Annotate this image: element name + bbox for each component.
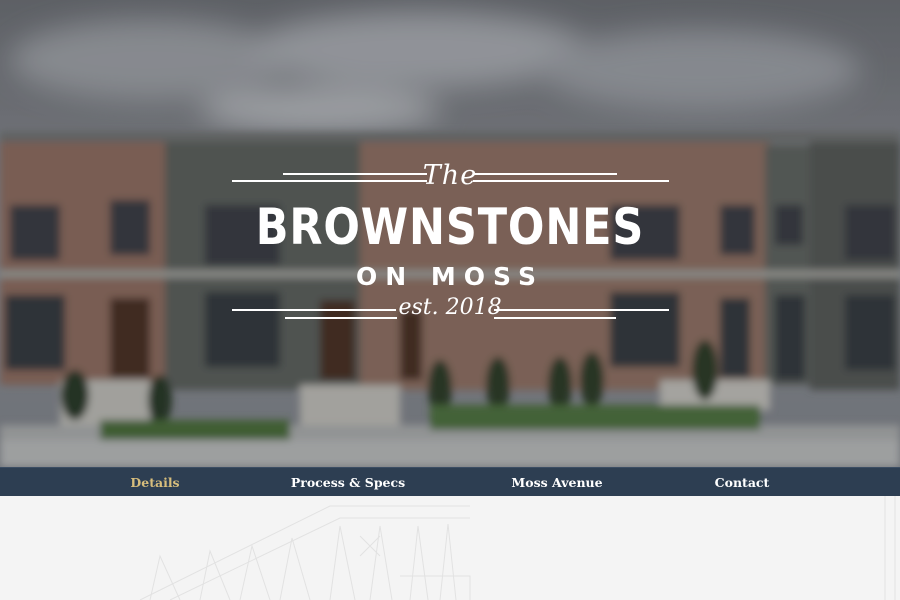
logo-brand-text: BROWNSTONES <box>255 198 645 256</box>
nav-item-process-specs[interactable]: Process & Specs <box>291 468 405 497</box>
logo-sub-text: ON MOSS <box>356 262 544 291</box>
logo-est-text: est. 2018 <box>398 295 502 320</box>
main-nav: Details Process & Specs Moss Avenue Cont… <box>0 467 900 496</box>
blueprint-background <box>139 496 896 600</box>
nav-item-moss-avenue[interactable]: Moss Avenue <box>511 468 602 497</box>
nav-item-details[interactable]: Details <box>130 468 179 497</box>
logo-the-text: The <box>422 160 478 191</box>
hero-banner: The BROWNSTONES ON MOSS est. 2018 <box>0 0 900 467</box>
nav-item-contact[interactable]: Contact <box>715 468 770 497</box>
site-logo[interactable]: The BROWNSTONES ON MOSS est. 2018 <box>0 0 900 467</box>
content-area <box>0 496 900 600</box>
